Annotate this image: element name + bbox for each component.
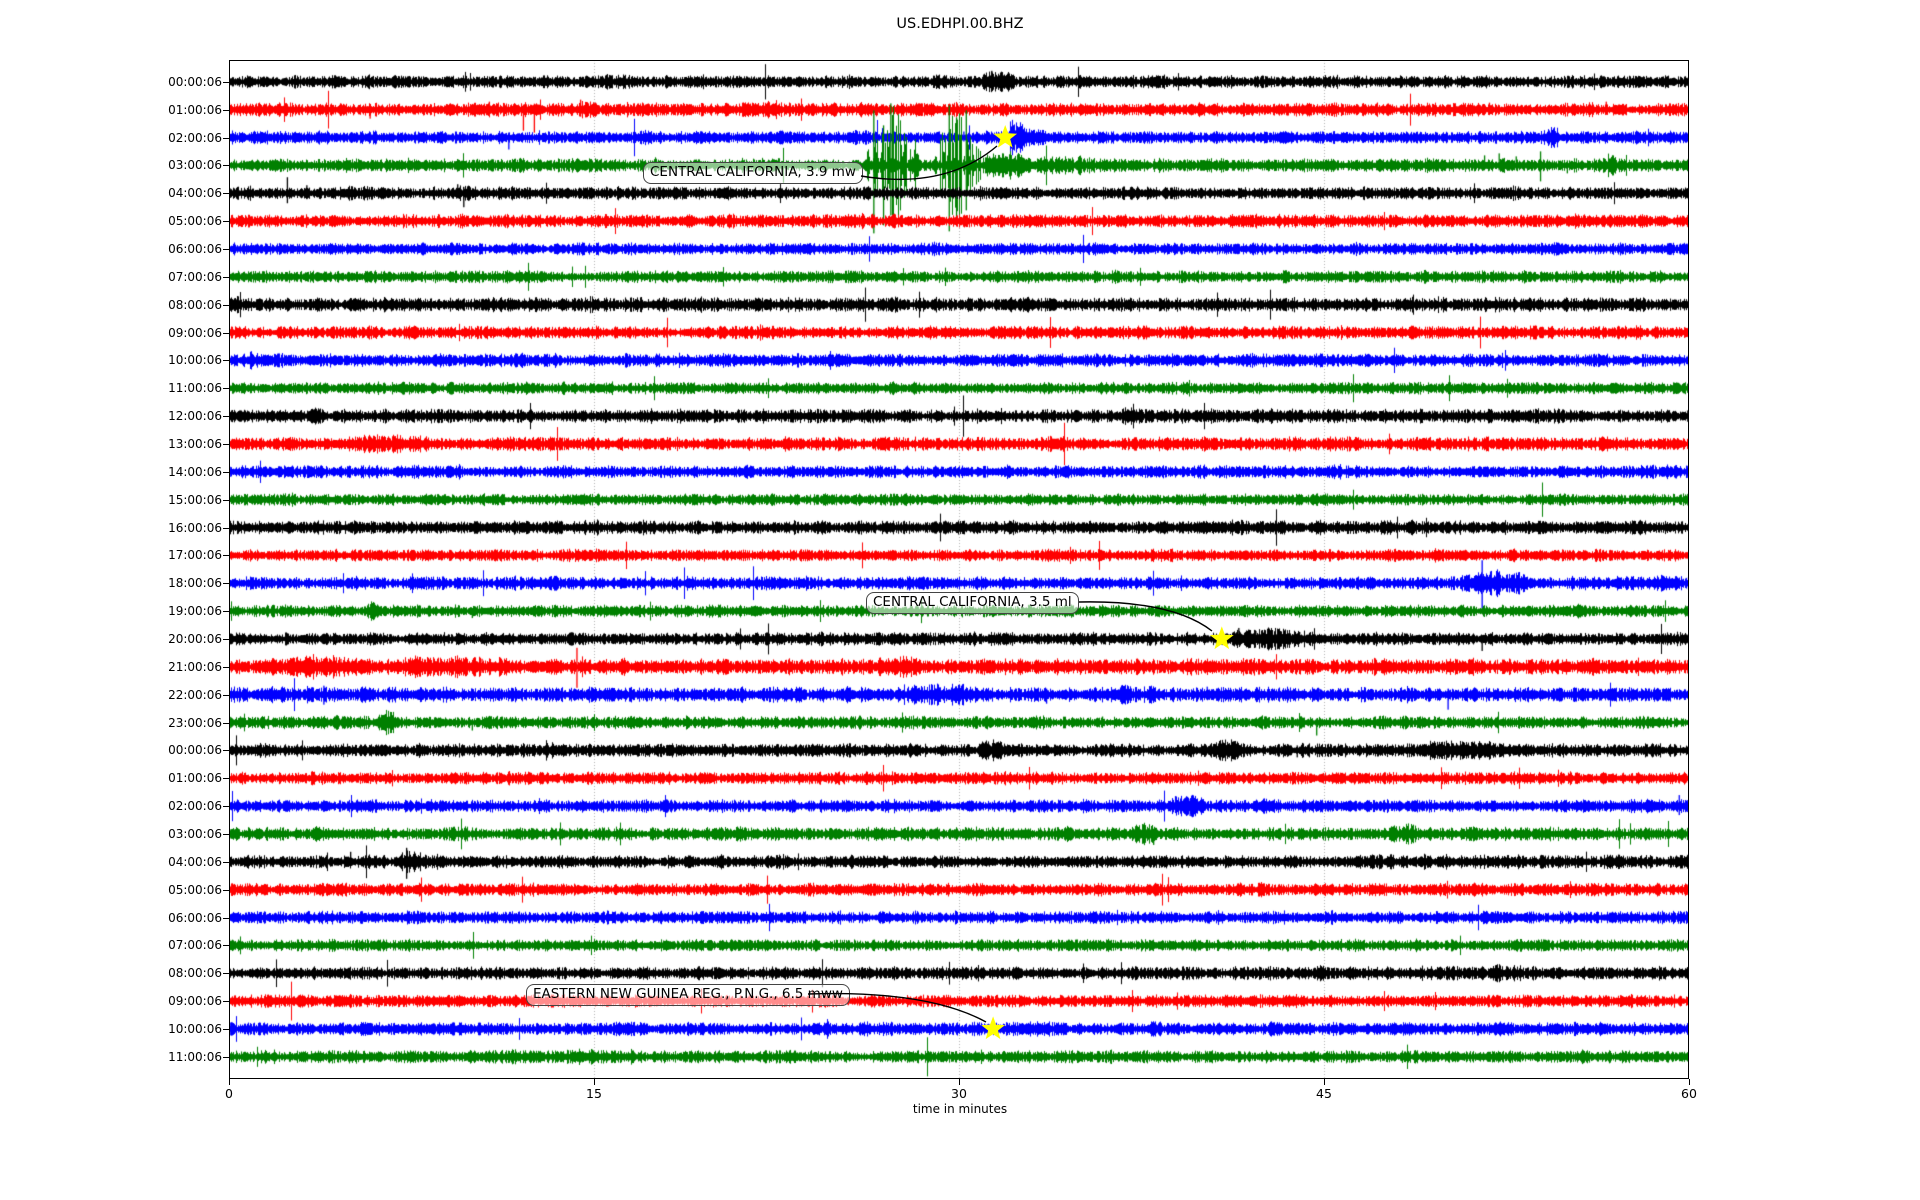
- y-tick-label: 22:00:06: [0, 688, 222, 702]
- y-tick-label: 17:00:06: [0, 548, 222, 562]
- y-tick-label: 02:00:06: [0, 799, 222, 813]
- y-tick-mark: [223, 918, 229, 919]
- y-tick-mark: [223, 472, 229, 473]
- y-tick-mark: [223, 277, 229, 278]
- y-tick-mark: [223, 1001, 229, 1002]
- y-tick-mark: [223, 695, 229, 696]
- y-tick-mark: [223, 778, 229, 779]
- y-tick-label: 00:00:06: [0, 743, 222, 757]
- event-annotation-label: EASTERN NEW GUINEA REG., P.N.G., 6.5 mww: [526, 984, 850, 1006]
- plot-title: US.EDHPI.00.BHZ: [0, 16, 1920, 32]
- y-tick-label: 14:00:06: [0, 465, 222, 479]
- y-tick-label: 01:00:06: [0, 103, 222, 117]
- y-tick-mark: [223, 834, 229, 835]
- y-tick-mark: [223, 611, 229, 612]
- y-tick-mark: [223, 165, 229, 166]
- y-tick-mark: [223, 1057, 229, 1058]
- y-tick-label: 09:00:06: [0, 326, 222, 340]
- y-tick-mark: [223, 138, 229, 139]
- y-tick-label: 03:00:06: [0, 827, 222, 841]
- y-tick-mark: [223, 388, 229, 389]
- y-tick-label: 05:00:06: [0, 214, 222, 228]
- y-tick-label: 06:00:06: [0, 911, 222, 925]
- y-tick-mark: [223, 360, 229, 361]
- y-tick-mark: [223, 806, 229, 807]
- y-tick-label: 19:00:06: [0, 604, 222, 618]
- y-tick-mark: [223, 890, 229, 891]
- x-tick-label: 60: [1659, 1086, 1719, 1101]
- y-tick-mark: [223, 249, 229, 250]
- y-tick-mark: [223, 639, 229, 640]
- y-tick-label: 00:00:06: [0, 75, 222, 89]
- y-tick-label: 11:00:06: [0, 381, 222, 395]
- x-tick-mark: [229, 1079, 230, 1085]
- event-annotation-label: CENTRAL CALIFORNIA, 3.9 mw: [643, 162, 863, 184]
- y-tick-mark: [223, 416, 229, 417]
- x-tick-label: 15: [564, 1086, 624, 1101]
- y-tick-mark: [223, 583, 229, 584]
- y-tick-label: 16:00:06: [0, 521, 222, 535]
- y-tick-label: 03:00:06: [0, 158, 222, 172]
- y-tick-mark: [223, 221, 229, 222]
- x-tick-mark: [1689, 1079, 1690, 1085]
- y-tick-label: 04:00:06: [0, 855, 222, 869]
- y-tick-label: 18:00:06: [0, 576, 222, 590]
- x-tick-mark: [594, 1079, 595, 1085]
- y-tick-label: 07:00:06: [0, 270, 222, 284]
- y-tick-mark: [223, 528, 229, 529]
- y-tick-label: 08:00:06: [0, 298, 222, 312]
- x-tick-mark: [959, 1079, 960, 1085]
- y-tick-label: 12:00:06: [0, 409, 222, 423]
- y-tick-mark: [223, 193, 229, 194]
- y-tick-mark: [223, 82, 229, 83]
- x-tick-label: 0: [199, 1086, 259, 1101]
- x-axis-title: time in minutes: [0, 1102, 1920, 1116]
- y-tick-mark: [223, 444, 229, 445]
- y-tick-label: 10:00:06: [0, 353, 222, 367]
- y-tick-mark: [223, 862, 229, 863]
- y-tick-mark: [223, 305, 229, 306]
- y-tick-label: 08:00:06: [0, 966, 222, 980]
- y-tick-label: 10:00:06: [0, 1022, 222, 1036]
- y-tick-mark: [223, 667, 229, 668]
- y-tick-mark: [223, 333, 229, 334]
- y-tick-mark: [223, 723, 229, 724]
- plot-border: [229, 60, 1689, 1079]
- y-tick-mark: [223, 973, 229, 974]
- y-tick-label: 23:00:06: [0, 716, 222, 730]
- y-tick-label: 21:00:06: [0, 660, 222, 674]
- x-tick-mark: [1324, 1079, 1325, 1085]
- y-tick-label: 15:00:06: [0, 493, 222, 507]
- y-tick-label: 20:00:06: [0, 632, 222, 646]
- y-tick-label: 07:00:06: [0, 938, 222, 952]
- y-tick-label: 04:00:06: [0, 186, 222, 200]
- y-tick-label: 05:00:06: [0, 883, 222, 897]
- x-tick-label: 45: [1294, 1086, 1354, 1101]
- event-annotation-label: CENTRAL CALIFORNIA, 3.5 ml: [866, 592, 1079, 614]
- y-tick-mark: [223, 945, 229, 946]
- y-tick-mark: [223, 555, 229, 556]
- seismogram-figure: US.EDHPI.00.BHZ 00:00:06 01:00:06 02:00:06…: [0, 0, 1920, 1200]
- y-tick-mark: [223, 750, 229, 751]
- y-tick-mark: [223, 1029, 229, 1030]
- x-tick-label: 30: [929, 1086, 989, 1101]
- y-tick-label: 09:00:06: [0, 994, 222, 1008]
- y-tick-label: 01:00:06: [0, 771, 222, 785]
- y-tick-label: 02:00:06: [0, 131, 222, 145]
- y-tick-mark: [223, 110, 229, 111]
- y-tick-label: 13:00:06: [0, 437, 222, 451]
- y-tick-label: 06:00:06: [0, 242, 222, 256]
- y-tick-mark: [223, 500, 229, 501]
- y-tick-label: 11:00:06: [0, 1050, 222, 1064]
